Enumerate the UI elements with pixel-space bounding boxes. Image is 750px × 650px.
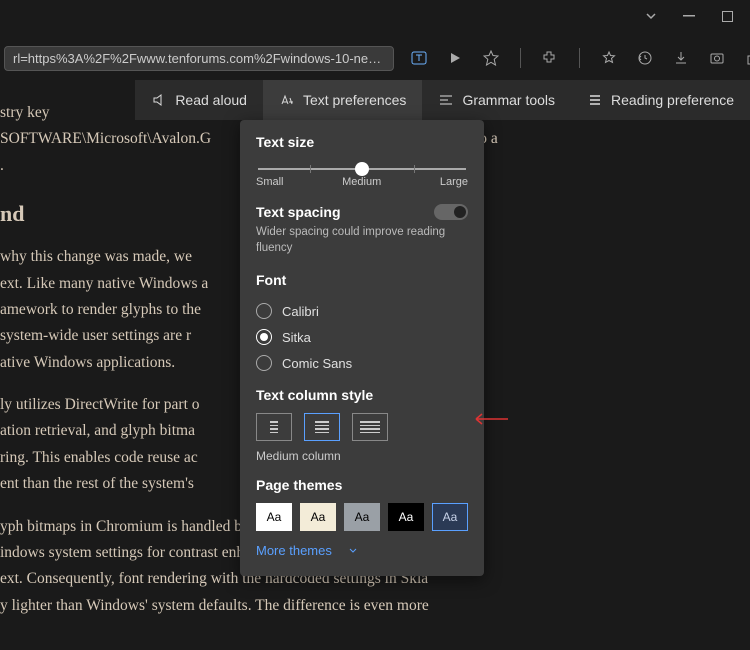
- download-icon[interactable]: [672, 49, 690, 67]
- slider-label-small: Small: [256, 176, 284, 188]
- theme-swatch-2[interactable]: Aa: [344, 503, 380, 531]
- text-size-slider[interactable]: [258, 168, 466, 170]
- play-icon[interactable]: [446, 49, 464, 67]
- extensions-icon[interactable]: [541, 49, 559, 67]
- column-narrow-button[interactable]: [256, 413, 292, 441]
- theme-swatch-1[interactable]: Aa: [300, 503, 336, 531]
- screenshot-icon[interactable]: [708, 49, 726, 67]
- arrow-annotation: [468, 412, 508, 426]
- chevron-down-icon[interactable]: [644, 9, 658, 23]
- column-caption: Medium column: [256, 449, 468, 463]
- font-option-comic-sans[interactable]: Comic Sans: [256, 350, 468, 376]
- theme-swatch-4[interactable]: Aa: [432, 503, 468, 531]
- column-medium-button[interactable]: [304, 413, 340, 441]
- favorites-list-icon[interactable]: [600, 49, 618, 67]
- chevron-down-icon: [348, 546, 358, 556]
- favorite-icon[interactable]: [482, 49, 500, 67]
- minimize-icon[interactable]: [682, 9, 696, 23]
- column-wide-button[interactable]: [352, 413, 388, 441]
- theme-swatch-3[interactable]: Aa: [388, 503, 424, 531]
- text-spacing-title: Text spacing: [256, 204, 341, 220]
- more-themes-link[interactable]: More themes: [256, 543, 468, 558]
- font-title: Font: [256, 272, 468, 288]
- maximize-icon[interactable]: [720, 9, 734, 23]
- toolbar-divider: [520, 48, 521, 68]
- translate-icon[interactable]: [410, 49, 428, 67]
- text-spacing-helper: Wider spacing could improve reading flue…: [256, 224, 468, 256]
- slider-label-large: Large: [440, 176, 468, 188]
- font-option-calibri[interactable]: Calibri: [256, 298, 468, 324]
- slider-thumb[interactable]: [355, 162, 369, 176]
- theme-swatch-0[interactable]: Aa: [256, 503, 292, 531]
- slider-label-medium: Medium: [342, 176, 381, 188]
- page-themes-title: Page themes: [256, 477, 468, 493]
- share-icon[interactable]: [744, 49, 750, 67]
- text-size-title: Text size: [256, 134, 468, 150]
- url-field[interactable]: rl=https%3A%2F%2Fwww.tenforums.com%2Fwin…: [4, 46, 394, 71]
- toolbar-divider: [579, 48, 580, 68]
- font-option-sitka[interactable]: Sitka: [256, 324, 468, 350]
- text-spacing-toggle[interactable]: [434, 204, 468, 220]
- text-preferences-panel: Text size Small Medium Large Text spacin…: [240, 120, 484, 576]
- history-icon[interactable]: [636, 49, 654, 67]
- column-style-title: Text column style: [256, 387, 468, 403]
